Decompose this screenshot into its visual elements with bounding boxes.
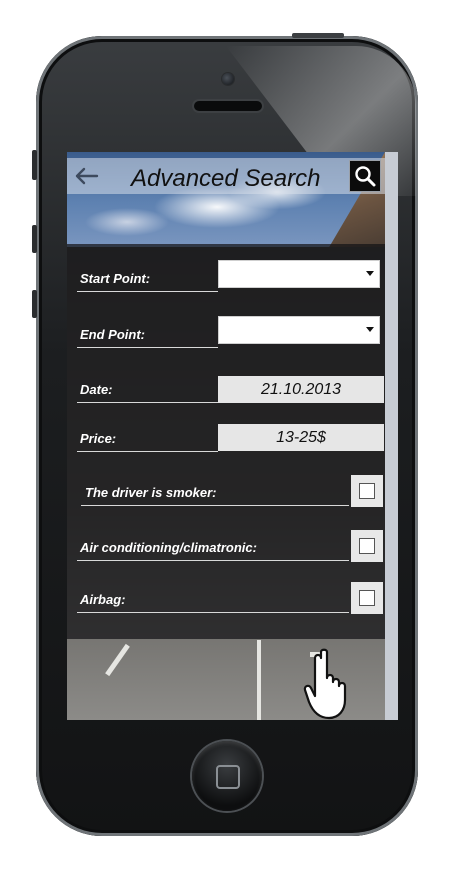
screen: Advanced Search Start Point: End Point: … (67, 152, 385, 720)
tap-hand-icon (303, 648, 353, 720)
end-point-select[interactable] (218, 316, 380, 344)
divider (77, 347, 218, 348)
search-icon (350, 164, 380, 188)
search-button[interactable] (349, 160, 381, 192)
air-conditioning-label: Air conditioning/climatronic: (80, 540, 257, 555)
price-label: Price: (80, 431, 117, 446)
checkbox-box (359, 483, 375, 499)
back-arrow-icon[interactable] (73, 166, 99, 186)
divider (77, 612, 349, 613)
date-field[interactable]: 21.10.2013 (218, 376, 384, 403)
divider (77, 451, 218, 452)
divider (77, 402, 218, 403)
divider (77, 560, 349, 561)
end-point-label: End Point: (80, 327, 145, 342)
checkbox-box (359, 538, 375, 554)
screen-edge (385, 152, 398, 720)
home-button[interactable] (192, 741, 262, 811)
page-title: Advanced Search (131, 165, 321, 192)
mute-switch (32, 150, 37, 180)
front-camera (222, 73, 234, 85)
smoker-label: The driver is smoker: (85, 485, 217, 500)
divider (81, 505, 349, 506)
power-button (292, 33, 344, 38)
volume-down-button (32, 290, 37, 318)
air-conditioning-checkbox[interactable] (351, 530, 383, 562)
home-icon (216, 765, 240, 789)
earpiece-speaker (194, 101, 262, 111)
start-point-label: Start Point: (80, 271, 151, 286)
volume-up-button (32, 225, 37, 253)
divider (77, 291, 218, 292)
airbag-checkbox[interactable] (351, 582, 383, 614)
title-bar: Advanced Search (67, 158, 385, 194)
chevron-down-icon (366, 271, 374, 276)
date-label: Date: (80, 382, 113, 397)
chevron-down-icon (366, 327, 374, 332)
price-field[interactable]: 13-25$ (218, 424, 384, 451)
checkbox-box (359, 590, 375, 606)
smoker-checkbox[interactable] (351, 475, 383, 507)
search-form: Start Point: End Point: Date: 21.10.2013… (67, 244, 385, 639)
start-point-select[interactable] (218, 260, 380, 288)
road-marking (257, 640, 261, 720)
airbag-label: Airbag: (80, 592, 126, 607)
